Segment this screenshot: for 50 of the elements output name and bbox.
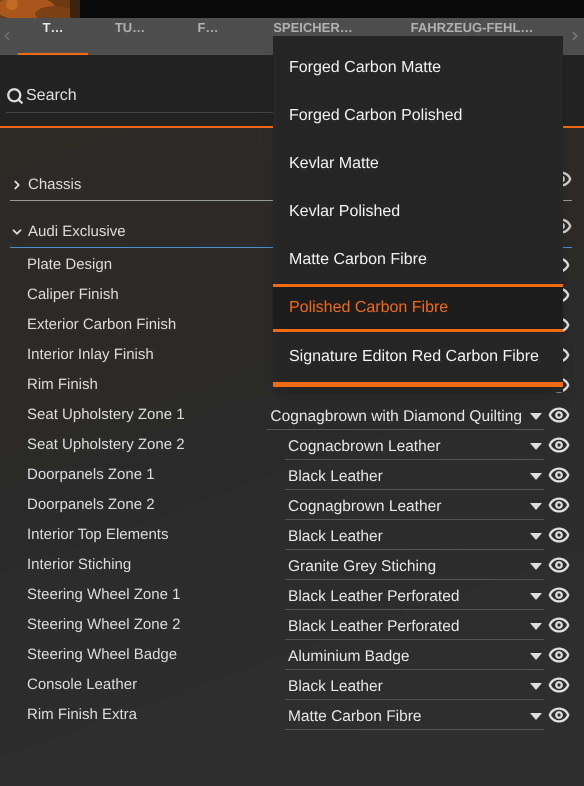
- value-select[interactable]: Black Leather Perforated: [285, 614, 544, 640]
- row-label: Console Leather: [27, 674, 138, 695]
- row-label: Seat Upholstery Zone 1: [27, 404, 185, 425]
- dropdown-arrow-icon: [530, 623, 542, 630]
- row-label: Interior Stiching: [27, 554, 132, 575]
- row-label: Interior Inlay Finish: [27, 344, 154, 365]
- value-select[interactable]: Black Leather: [285, 524, 544, 550]
- dropdown-arrow-icon: [530, 683, 542, 690]
- value-select[interactable]: Cognagbrown Leather: [285, 494, 544, 520]
- search-icon: [6, 86, 24, 104]
- dropdown-option[interactable]: Kevlar Matte: [273, 140, 563, 188]
- row-label: Steering Wheel Zone 2: [27, 614, 180, 635]
- row-label: Rim Finish Extra: [27, 704, 138, 725]
- group-header[interactable]: Chassis: [10, 174, 82, 196]
- value-select[interactable]: Matte Carbon Fibre: [285, 704, 544, 730]
- dropdown-option[interactable]: Forged Carbon Polished: [273, 92, 563, 140]
- group-header[interactable]: Audi Exclusive: [10, 220, 126, 243]
- tab[interactable]: F…: [172, 18, 244, 55]
- dropdown-arrow-icon: [530, 503, 542, 510]
- row-label: Interior Top Elements: [27, 524, 168, 545]
- value-select[interactable]: Black Leather: [285, 674, 544, 700]
- dropdown-option[interactable]: Polished Carbon Fibre: [273, 284, 563, 332]
- value-select[interactable]: Cognagbrown with Diamond Quilting: [267, 404, 544, 430]
- dropdown-option[interactable]: Signature Editon Red Carbon Fibre: [273, 332, 563, 387]
- row-label: Steering Wheel Badge: [27, 644, 178, 665]
- row-label: Caliper Finish: [27, 284, 119, 305]
- value-select[interactable]: Granite Grey Stiching: [285, 554, 544, 580]
- value-select[interactable]: Black Leather Perforated: [285, 584, 544, 610]
- value-select[interactable]: Black Leather: [285, 464, 544, 490]
- dropdown-option[interactable]: Matte Carbon Fibre: [273, 236, 563, 284]
- dropdown-arrow-icon: [530, 653, 542, 660]
- search-field[interactable]: Search: [26, 84, 226, 108]
- row-label: Plate Design: [27, 254, 112, 275]
- dropdown-arrow-icon: [530, 443, 542, 450]
- dropdown-arrow-icon: [530, 563, 542, 570]
- dropdown-arrow-icon: [530, 413, 542, 420]
- dropdown-option[interactable]: Kevlar Polished: [273, 188, 563, 236]
- value-select[interactable]: Cognacbrown Leather: [285, 434, 544, 460]
- tab[interactable]: TU…: [88, 18, 172, 55]
- row-label: Doorpanels Zone 2: [27, 494, 155, 515]
- row-label: Seat Upholstery Zone 2: [27, 434, 185, 455]
- row-label: Steering Wheel Zone 1: [27, 584, 180, 605]
- row-label: Exterior Carbon Finish: [27, 314, 176, 335]
- value-select[interactable]: Aluminium Badge: [285, 644, 544, 670]
- row-label: Rim Finish: [27, 374, 98, 395]
- dropdown-arrow-icon: [530, 533, 542, 540]
- dropdown-arrow-icon: [530, 713, 542, 720]
- dropdown-arrow-icon: [530, 593, 542, 600]
- row-label: Doorpanels Zone 1: [27, 464, 155, 485]
- dropdown-arrow-icon: [530, 473, 542, 480]
